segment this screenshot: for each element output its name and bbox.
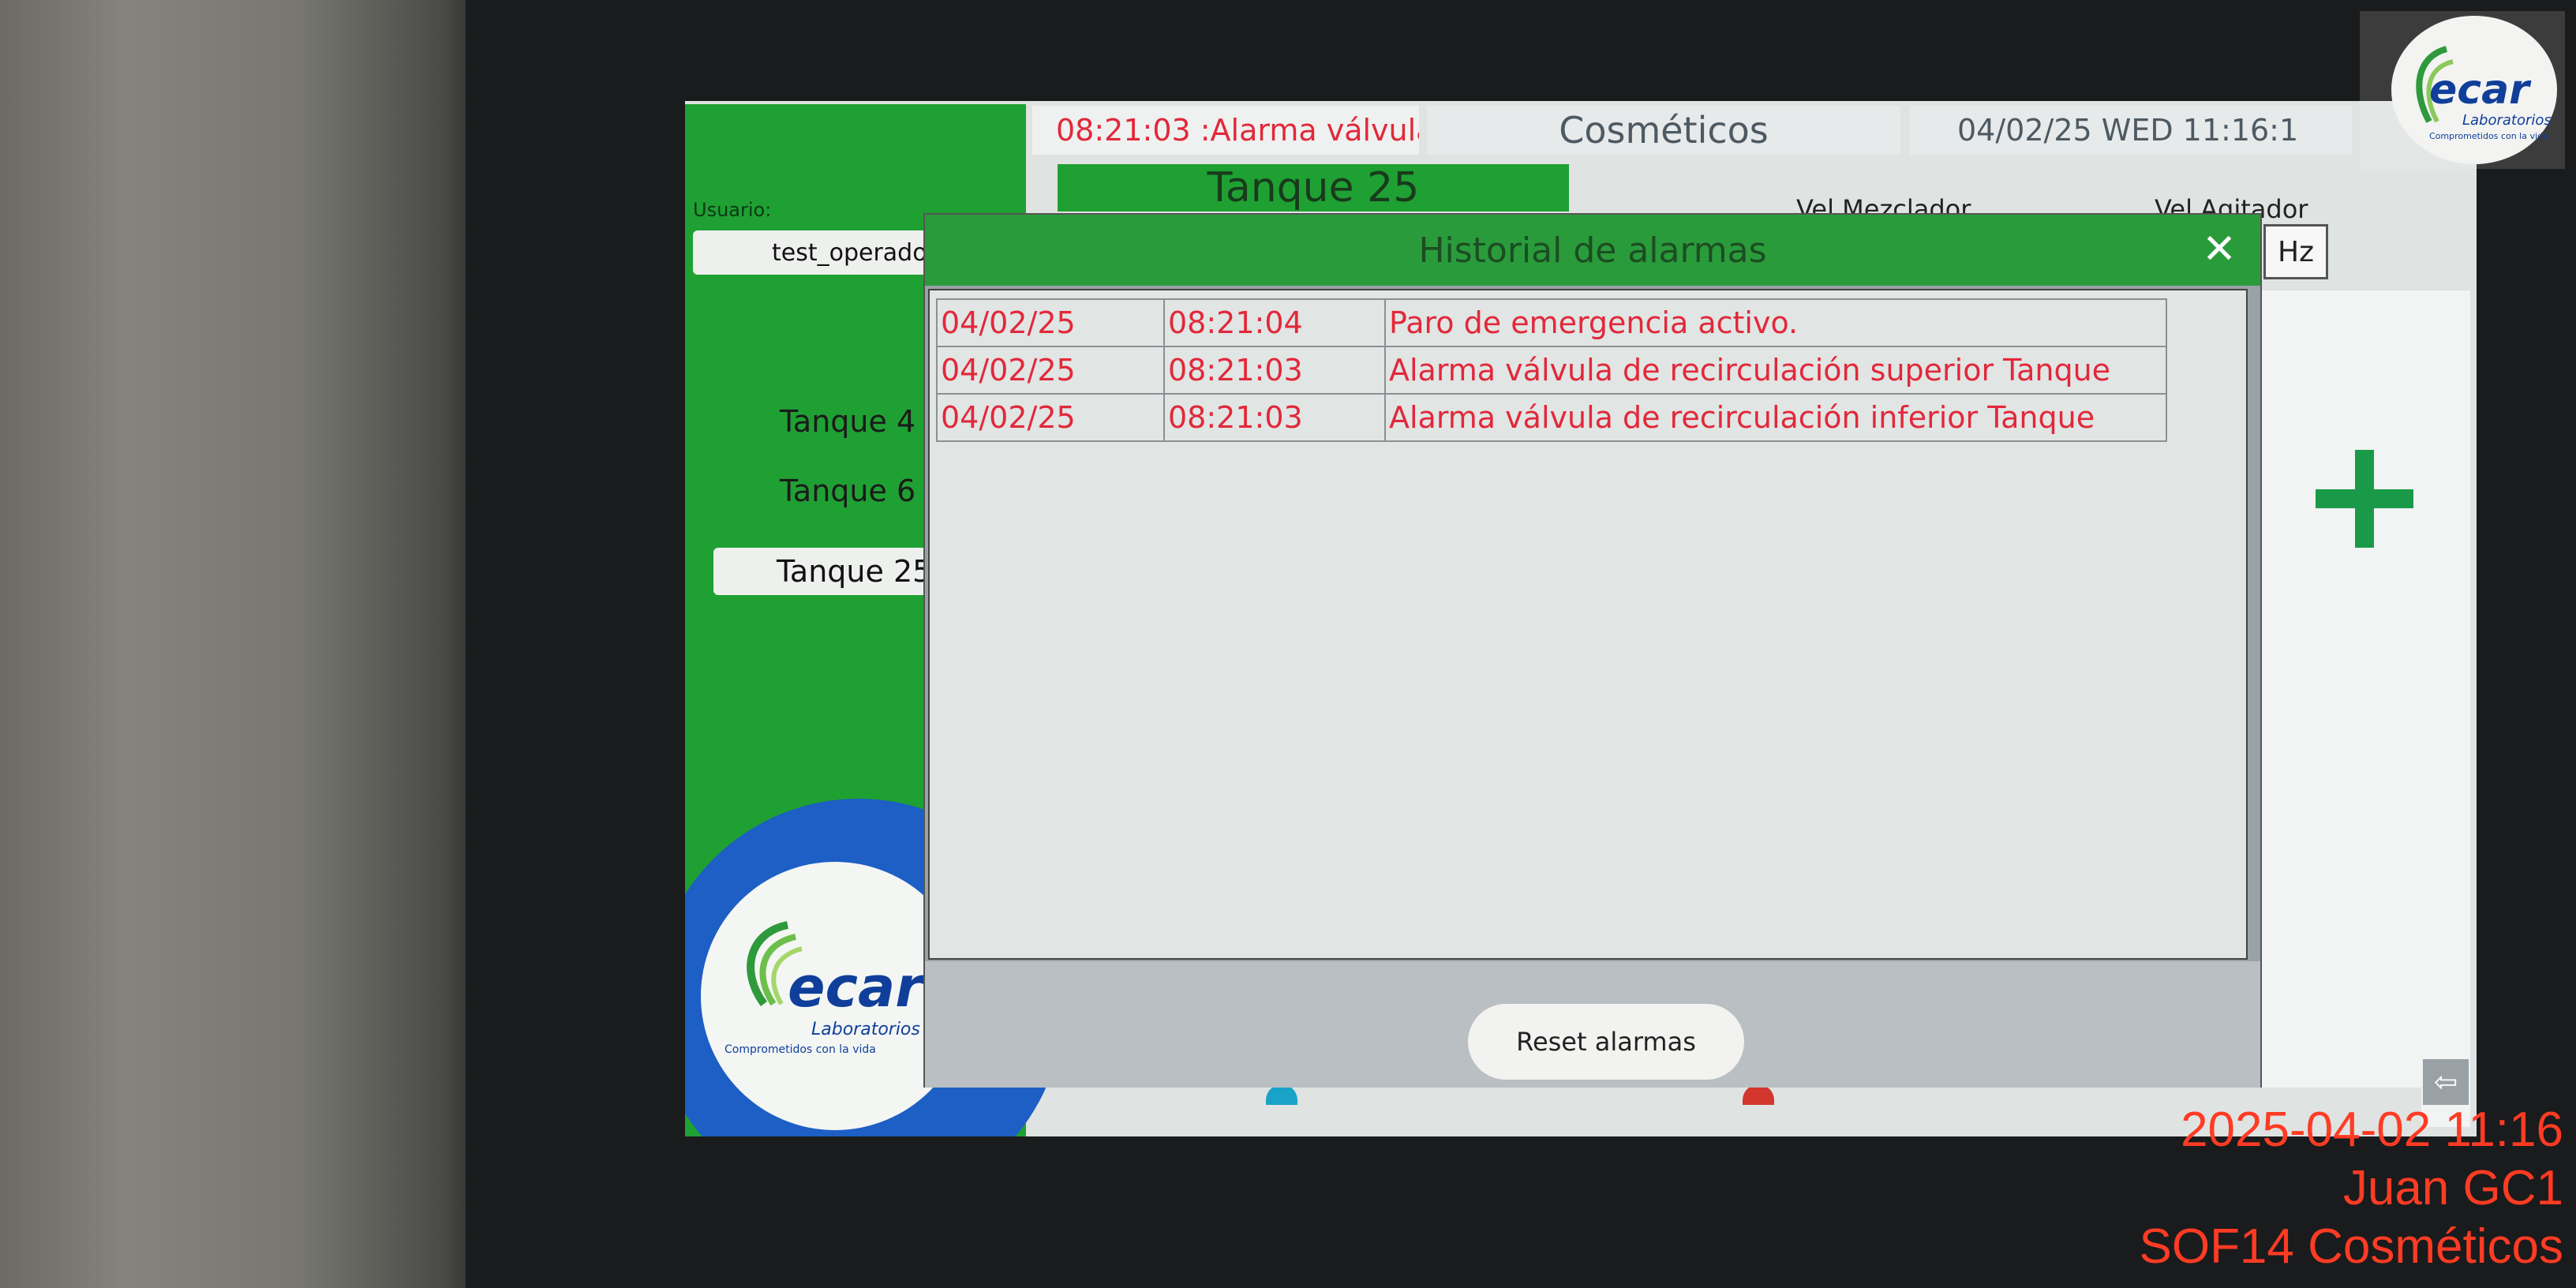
sidebar-item-tank-6[interactable]: Tanque 6 — [780, 474, 915, 508]
stamp-datetime: 2025-04-02 11:16 — [2181, 1103, 2563, 1157]
watermark-tagline: Comprometidos con la vida — [2429, 131, 2548, 141]
watermark-logo: ecar Laboratorios Comprometidos con la v… — [2360, 11, 2565, 169]
alarm-message: Paro de emergencia activo. — [1384, 298, 2167, 347]
stamp-user: Juan GC1 — [2342, 1161, 2563, 1215]
logo-tagline: Comprometidos con la vida — [724, 1043, 876, 1056]
dialog-titlebar: Historial de alarmas ✕ — [925, 215, 2260, 286]
datetime-display: 04/02/25 WED 11:16:1 — [1910, 106, 2352, 155]
logo-word: ecar — [788, 955, 923, 1020]
alarm-time: 08:21:04 — [1163, 298, 1386, 347]
page-title: Cosméticos — [1427, 106, 1900, 155]
alarm-message: Alarma válvula de recirculación inferior… — [1384, 393, 2167, 442]
alarm-date: 04/02/25 — [936, 346, 1165, 395]
alarm-time: 08:21:03 — [1163, 346, 1386, 395]
alarm-ticker[interactable]: 08:21:03 :Alarma válvula d — [1032, 106, 1419, 155]
reset-alarms-button[interactable]: Reset alarmas — [1468, 1004, 1744, 1080]
alarm-table: 04/02/25 08:21:04 Paro de emergencia act… — [936, 298, 2167, 442]
alarm-time: 08:21:03 — [1163, 393, 1386, 442]
alarm-history-dialog: Historial de alarmas ✕ 04/02/25 08:21:04… — [923, 213, 2262, 1088]
ecar-logo: ecar Laboratorios Comprometidos con la v… — [724, 917, 953, 1059]
table-row[interactable]: 04/02/25 08:21:03 Alarma válvula de reci… — [936, 393, 2167, 442]
alarm-date: 04/02/25 — [936, 393, 1165, 442]
hmi-screen: Usuario: test_operador Tanque 4 Tanque 6… — [685, 101, 2477, 1136]
watermark-word: ecar — [2429, 66, 2529, 114]
table-row[interactable]: 04/02/25 08:21:03 Alarma válvula de reci… — [936, 346, 2167, 395]
user-label: Usuario: — [693, 199, 772, 221]
watermark-sub: Laboratorios — [2462, 112, 2552, 129]
tank-title: Tanque 25 — [1058, 164, 1569, 212]
plus-icon[interactable] — [2316, 450, 2413, 548]
stamp-location: SOF14 Cosméticos — [2139, 1219, 2563, 1274]
right-panel — [2257, 290, 2470, 1127]
sidebar-item-tank-4[interactable]: Tanque 4 — [780, 404, 915, 439]
alarm-list: 04/02/25 08:21:04 Paro de emergencia act… — [928, 289, 2248, 960]
back-arrow-icon[interactable]: ⇦ — [2423, 1059, 2469, 1105]
logo-sub: Laboratorios — [811, 1020, 920, 1039]
alarm-date: 04/02/25 — [936, 298, 1165, 347]
alarm-message: Alarma válvula de recirculación superior… — [1384, 346, 2167, 395]
close-icon[interactable]: ✕ — [2196, 226, 2243, 273]
hz-unit-box[interactable]: Hz — [2263, 224, 2328, 279]
dialog-title: Historial de alarmas — [1418, 230, 1767, 271]
table-row[interactable]: 04/02/25 08:21:04 Paro de emergencia act… — [936, 298, 2167, 347]
